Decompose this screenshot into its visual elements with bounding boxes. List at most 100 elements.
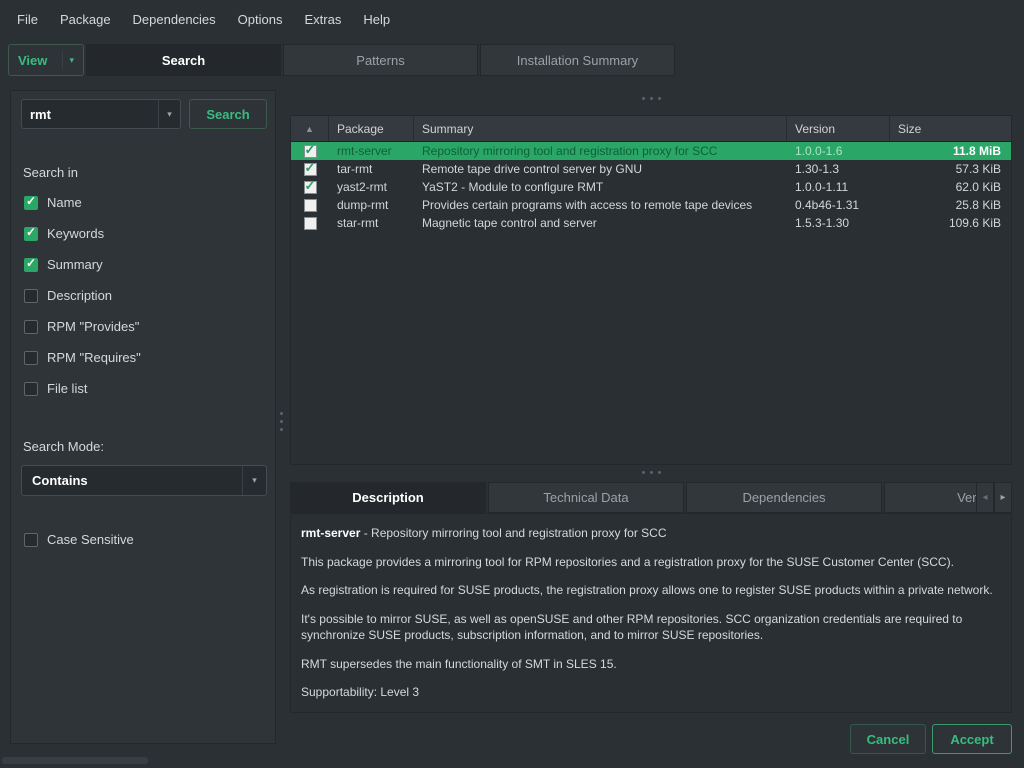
filter-label: Keywords [47,226,104,241]
package-summary: Repository mirroring tool and registrati… [414,144,787,158]
status-cell [291,163,329,176]
tab-installation-summary[interactable]: Installation Summary [480,44,675,76]
summary-column-header[interactable]: Summary [414,116,787,141]
package-table: ▲ Package Summary Version Size rmt-serve… [290,115,1012,465]
filter-label: RPM "Provides" [47,319,139,334]
checkbox-icon [24,533,38,547]
filter-label: File list [47,381,87,396]
horizontal-splitter-handle[interactable] [642,471,661,474]
status-cell [291,145,329,158]
package-size: 62.0 KiB [890,180,1011,194]
package-summary: Remote tape drive control server by GNU [414,162,787,176]
view-dropdown-button[interactable]: View ▾ [8,44,84,76]
search-mode-combobox[interactable]: Contains ▾ [21,465,267,496]
status-check-icon [304,163,317,176]
description-paragraph: It's possible to mirror SUSE, as well as… [301,611,1001,644]
checkbox-icon [24,196,38,210]
package-summary: YaST2 - Module to configure RMT [414,180,787,194]
filter-checkbox-file-list[interactable]: File list [24,373,141,404]
package-size: 109.6 KiB [890,216,1011,230]
menu-item-dependencies[interactable]: Dependencies [122,5,227,34]
filter-checkbox-keywords[interactable]: Keywords [24,218,141,249]
package-size: 25.8 KiB [890,198,1011,212]
status-unchecked-icon [304,217,317,230]
filter-label: Name [47,195,82,210]
menu-item-options[interactable]: Options [227,5,294,34]
checkbox-icon [24,351,38,365]
checkbox-icon [24,258,38,272]
vertical-splitter-handle[interactable] [280,412,283,431]
filter-label: Description [47,288,112,303]
search-combobox[interactable]: ▾ [21,99,181,129]
filter-checkbox-name[interactable]: Name [24,187,141,218]
main-tabs: SearchPatternsInstallation Summary [86,44,675,76]
status-cell [291,199,329,212]
tab-patterns[interactable]: Patterns [283,44,478,76]
table-row-rmt-server[interactable]: rmt-serverRepository mirroring tool and … [291,142,1011,160]
description-paragraph: As registration is required for SUSE pro… [301,582,1001,599]
menu-item-file[interactable]: File [6,5,49,34]
package-name: dump-rmt [329,198,414,212]
search-input[interactable] [22,107,158,122]
menu-item-extras[interactable]: Extras [293,5,352,34]
filter-checkbox-rpm-provides[interactable]: RPM "Provides" [24,311,141,342]
checkbox-icon [24,289,38,303]
search-mode-label: Search Mode: [23,439,104,454]
package-summary: Magnetic tape control and server [414,216,787,230]
detail-tab-dependencies[interactable]: Dependencies [686,482,882,513]
status-unchecked-icon [304,199,317,212]
search-in-label: Search in [23,165,78,180]
chevron-down-icon: ▾ [62,51,74,69]
table-row-star-rmt[interactable]: star-rmtMagnetic tape control and server… [291,214,1011,232]
detail-tabs: DescriptionTechnical DataDependenciesVer… [290,482,1012,513]
detail-tab-technical-data[interactable]: Technical Data [488,482,684,513]
chevron-down-icon[interactable]: ▾ [158,100,180,128]
table-row-tar-rmt[interactable]: tar-rmtRemote tape drive control server … [291,160,1011,178]
tab-scroll-left-button[interactable]: ◂ [976,482,994,513]
status-column-header[interactable]: ▲ [291,116,329,141]
menu-item-help[interactable]: Help [352,5,401,34]
table-row-yast2-rmt[interactable]: yast2-rmtYaST2 - Module to configure RMT… [291,178,1011,196]
package-version: 1.5.3-1.30 [787,216,890,230]
menubar: FilePackageDependenciesOptionsExtrasHelp [0,0,1024,38]
package-name: star-rmt [329,216,414,230]
chevron-down-icon: ▾ [242,466,266,495]
package-column-header[interactable]: Package [329,116,414,141]
case-sensitive-label: Case Sensitive [47,532,134,547]
tab-search[interactable]: Search [86,44,281,76]
package-title-rest: - Repository mirroring tool and registra… [360,526,666,540]
menu-item-package[interactable]: Package [49,5,122,34]
package-version: 1.30-1.3 [787,162,890,176]
tab-scroll-right-button[interactable]: ▸ [994,482,1012,513]
status-cell [291,181,329,194]
package-version: 0.4b46-1.31 [787,198,890,212]
detail-tab-description[interactable]: Description [290,482,486,513]
package-title: rmt-server [301,526,360,540]
cancel-button[interactable]: Cancel [850,724,926,754]
horizontal-scrollbar[interactable] [2,757,148,764]
status-cell [291,217,329,230]
filter-label: RPM "Requires" [47,350,141,365]
search-button[interactable]: Search [189,99,267,129]
status-check-icon [304,145,317,158]
package-version: 1.0.0-1.6 [787,144,890,158]
checkbox-icon [24,227,38,241]
accept-button[interactable]: Accept [932,724,1012,754]
case-sensitive-checkbox[interactable]: Case Sensitive [24,524,134,555]
table-row-dump-rmt[interactable]: dump-rmtProvides certain programs with a… [291,196,1011,214]
filter-checkbox-description[interactable]: Description [24,280,141,311]
search-panel: ▾ Search Search in Name Keywords Summary De… [10,90,276,744]
version-column-header[interactable]: Version [787,116,890,141]
filter-checkbox-summary[interactable]: Summary [24,249,141,280]
horizontal-splitter-handle[interactable] [642,97,661,100]
table-body: rmt-serverRepository mirroring tool and … [291,142,1011,232]
view-dropdown-label: View [18,53,47,68]
filter-label: Summary [47,257,103,272]
package-name: rmt-server [329,144,414,158]
description-title: rmt-server - Repository mirroring tool a… [301,525,1001,542]
size-column-header[interactable]: Size [890,116,1011,141]
filter-checkbox-rpm-requires[interactable]: RPM "Requires" [24,342,141,373]
description-paragraphs: This package provides a mirroring tool f… [301,554,1001,701]
checkbox-icon [24,320,38,334]
package-size: 11.8 MiB [890,144,1011,158]
